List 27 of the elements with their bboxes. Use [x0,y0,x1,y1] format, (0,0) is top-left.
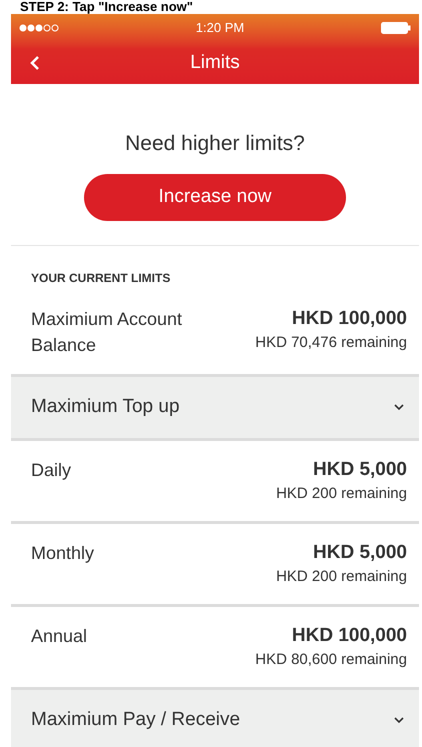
group-title: Maximium Pay / Receive [31,708,240,732]
limit-amount: HKD 100,000 [292,306,407,330]
remaining-text: HKD 200 remaining [276,484,407,504]
status-time: 1:20 PM [196,19,244,38]
limit-amount: HKD 5,000 [313,458,407,482]
battery-icon [380,22,411,34]
section-label: YOUR CURRENT LIMITS [31,270,170,284]
group-header[interactable]: Maximium Top up [11,376,419,440]
remaining-text: HKD 70,476 remaining [255,332,407,352]
limit-amount: HKD 100,000 [292,624,407,648]
limit-label: Annual [31,624,88,648]
screen-title: Limits [190,50,240,75]
signal-icon [19,24,59,32]
limit-label: Daily [31,458,72,482]
chevron-down-icon [393,403,405,411]
group-title: Maximium Top up [31,394,180,419]
group-header[interactable]: Maximium Pay / Receive [11,690,419,747]
chevron-down-icon [393,716,405,724]
step-caption: STEP 2: Tap "Increase now" [20,0,193,14]
limit-label: Monthly [31,542,96,565]
increase-now-button[interactable]: Increase now [84,174,346,220]
prompt-text: Need higher limits? [125,131,305,157]
remaining-text: HKD 80,600 remaining [255,650,407,670]
limit-amount: HKD 5,000 [313,540,407,564]
back-icon [30,55,40,71]
limit-label: Maximium Account Balance [31,308,184,356]
remaining-text: HKD 200 remaining [276,566,407,586]
